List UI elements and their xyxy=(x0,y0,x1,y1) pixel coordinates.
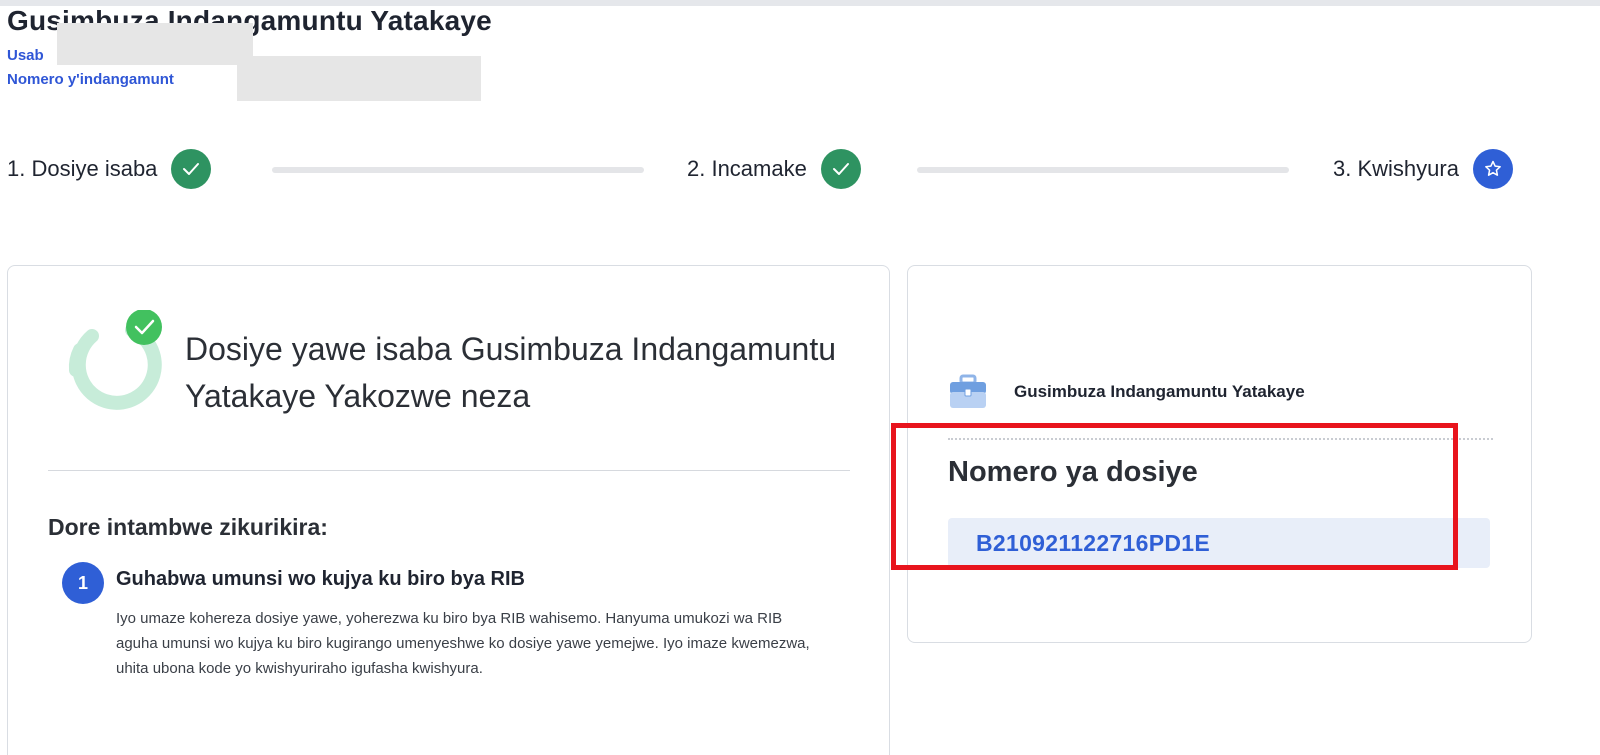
progress-stepper: 1. Dosiye isaba 2. Incamake 3. Kwishyura xyxy=(7,146,1533,192)
service-row: Gusimbuza Indangamuntu Yatakaye xyxy=(948,374,1305,410)
step-number-badge: 1 xyxy=(62,562,104,604)
check-icon xyxy=(820,149,861,189)
step-label: 1. Dosiye isaba xyxy=(7,156,158,181)
id-number-label: Nomero y'indangamunt xyxy=(7,71,174,88)
briefcase-icon xyxy=(948,374,988,410)
star-icon xyxy=(1472,149,1513,189)
step-label: 3. Kwishyura xyxy=(1333,156,1459,181)
step-description: Iyo umaze kohereza dosiye yawe, yoherezw… xyxy=(116,610,810,677)
applicant-label: Usab xyxy=(7,47,44,64)
check-icon xyxy=(171,149,212,189)
next-steps-heading: Dore intambwe zikurikira: xyxy=(48,514,328,540)
success-card: Dosiye yawe isaba Gusimbuza Indangamuntu… xyxy=(7,265,890,755)
highlight-box xyxy=(891,423,1458,570)
step-title: Guhabwa umunsi wo kujya ku biro bya RIB xyxy=(116,568,525,590)
redacted-area xyxy=(237,56,481,101)
step-connector xyxy=(272,167,644,173)
step-application[interactable]: 1. Dosiye isaba xyxy=(7,146,212,192)
success-message: Dosiye yawe isaba Gusimbuza Indangamuntu… xyxy=(185,331,837,414)
step-connector xyxy=(917,167,1289,173)
step-summary[interactable]: 2. Incamake xyxy=(687,146,861,192)
success-check-icon xyxy=(62,309,162,410)
step-payment[interactable]: 3. Kwishyura xyxy=(1333,146,1513,192)
step-label: 2. Incamake xyxy=(687,156,807,181)
divider xyxy=(48,470,850,471)
redacted-area xyxy=(57,23,253,65)
service-name: Gusimbuza Indangamuntu Yatakaye xyxy=(1014,382,1305,401)
